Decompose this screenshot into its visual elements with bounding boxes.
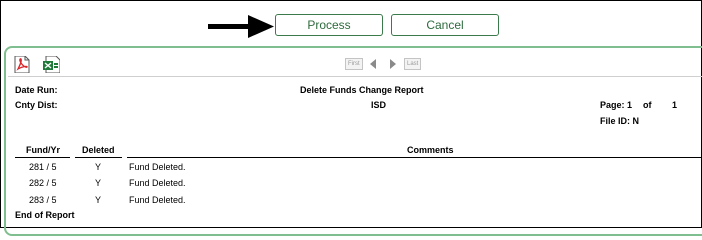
district-name: ISD: [371, 100, 387, 110]
excel-export-icon[interactable]: [43, 56, 60, 73]
report-panel: [4, 46, 702, 236]
column-header-comments: Comments: [407, 145, 454, 155]
page-number: 1: [627, 100, 633, 110]
row-2-fund-yr: 282 / 5: [29, 178, 57, 188]
header-underline-comments: [127, 157, 702, 158]
pdf-export-icon[interactable]: [14, 56, 30, 73]
row-3-deleted: Y: [95, 195, 102, 205]
column-header-fund-yr: Fund/Yr: [26, 145, 60, 155]
row-2-deleted: Y: [95, 178, 102, 188]
last-page-button[interactable]: Last: [404, 58, 422, 70]
cancel-button[interactable]: Cancel: [391, 14, 499, 36]
page-label: Page:: [600, 100, 625, 110]
arrow-pointer-icon: [208, 15, 274, 38]
process-button[interactable]: Process: [275, 14, 383, 36]
page-total: 1: [672, 100, 678, 110]
next-page-icon[interactable]: [390, 59, 397, 69]
row-3-comment: Fund Deleted.: [129, 195, 186, 205]
end-of-report: End of Report: [15, 210, 75, 220]
row-1-fund-yr: 281 / 5: [29, 162, 57, 172]
date-run-label: Date Run:: [15, 85, 58, 95]
file-id: File ID: N: [600, 116, 640, 126]
header-underline-fund-yr: [15, 157, 70, 158]
row-1-comment: Fund Deleted.: [129, 162, 186, 172]
cnty-dist-label: Cnty Dist:: [15, 100, 58, 110]
row-1-deleted: Y: [95, 162, 102, 172]
column-header-deleted: Deleted: [82, 145, 115, 155]
row-2-comment: Fund Deleted.: [129, 178, 186, 188]
toolbar-divider: [8, 76, 702, 77]
first-page-button[interactable]: First: [345, 58, 363, 70]
header-underline-deleted: [75, 157, 122, 158]
previous-page-icon[interactable]: [370, 59, 377, 69]
page-of-label: of: [643, 100, 652, 110]
row-3-fund-yr: 283 / 5: [29, 195, 57, 205]
report-title: Delete Funds Change Report: [300, 85, 424, 95]
